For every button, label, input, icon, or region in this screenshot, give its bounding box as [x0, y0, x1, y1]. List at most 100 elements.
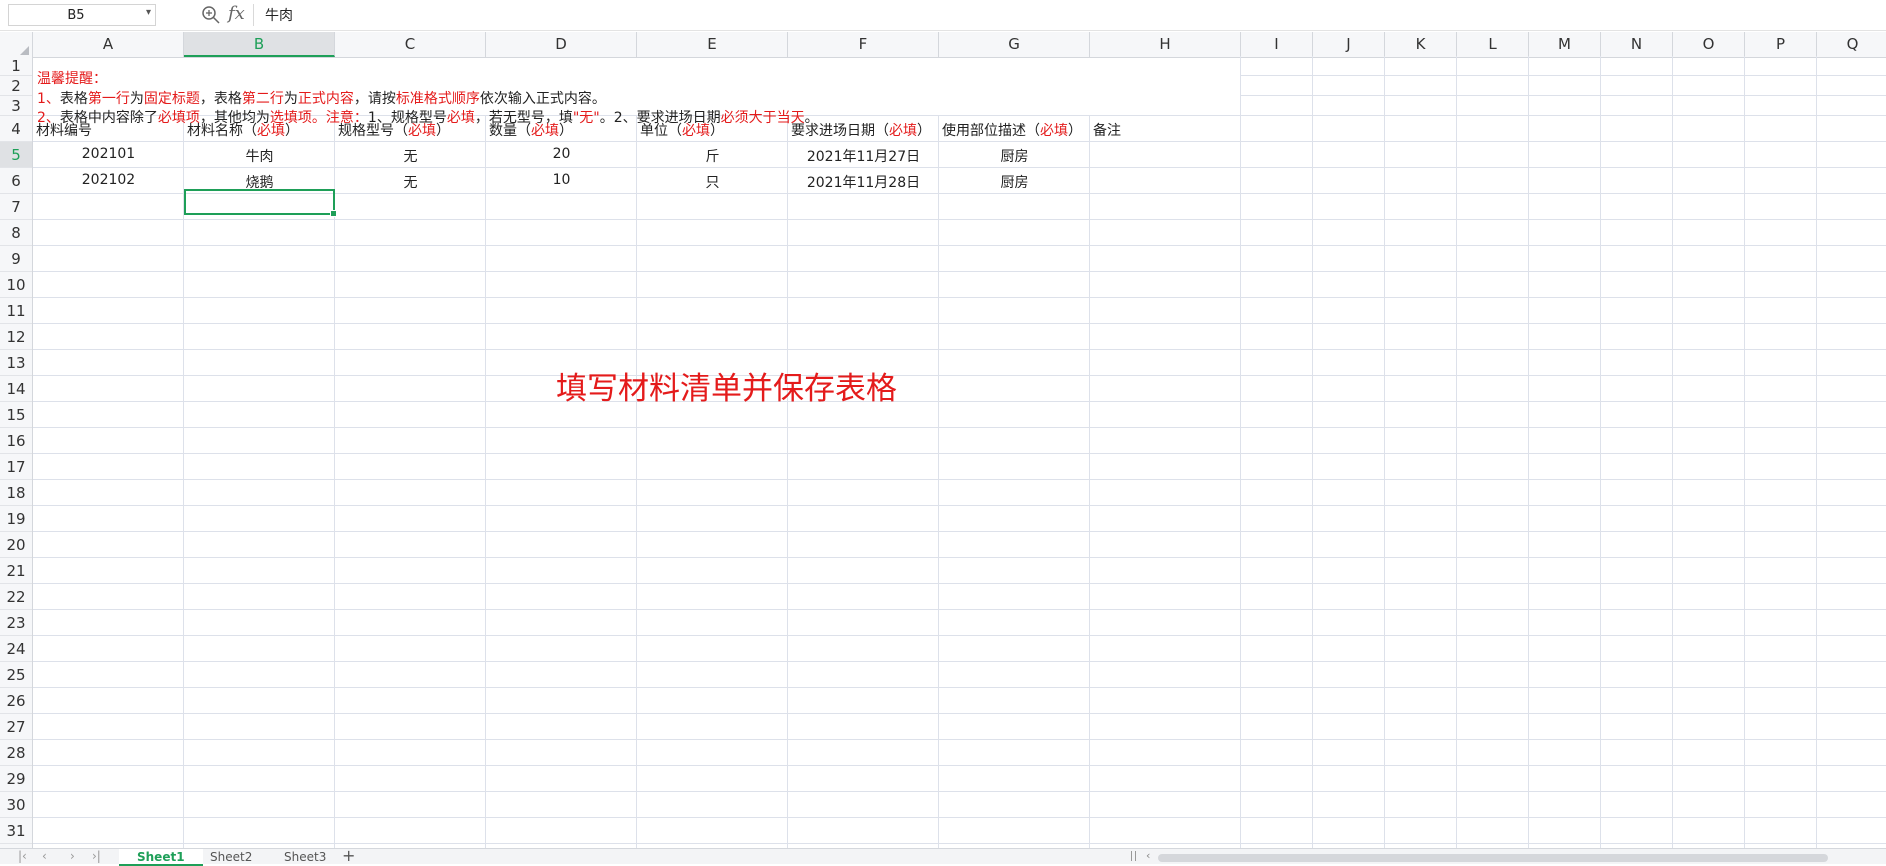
row-header-12[interactable]: 12: [0, 324, 32, 350]
row-header-22[interactable]: 22: [0, 584, 32, 610]
row-header-16[interactable]: 16: [0, 428, 32, 454]
tab-sheet3[interactable]: Sheet3: [284, 849, 326, 864]
data-cell[interactable]: 斤: [637, 146, 788, 166]
row-header-28[interactable]: 28: [0, 740, 32, 766]
select-all-corner[interactable]: [0, 32, 33, 58]
row-header-10[interactable]: 10: [0, 272, 32, 298]
row-header-11[interactable]: 11: [0, 298, 32, 324]
reminder-segment: 依次输入正式内容。: [479, 91, 606, 107]
column-header-i[interactable]: I: [1241, 32, 1313, 57]
row-header-30[interactable]: 30: [0, 792, 32, 818]
data-cell[interactable]: 无: [335, 146, 486, 166]
prev-sheet-icon[interactable]: ‹: [42, 849, 47, 863]
data-cell[interactable]: 牛肉: [184, 146, 335, 166]
row-gridline: [1241, 95, 1886, 96]
column-header-k[interactable]: K: [1385, 32, 1457, 57]
data-cell[interactable]: 202101: [33, 146, 184, 162]
row-header-1[interactable]: 1: [0, 56, 32, 76]
row-header-14[interactable]: 14: [0, 376, 32, 402]
column-header-g[interactable]: G: [939, 32, 1090, 57]
row-gridline: [33, 687, 1886, 688]
row-gridline: [33, 219, 1886, 220]
data-cell[interactable]: 厨房: [939, 146, 1090, 166]
row-header-31[interactable]: 31: [0, 818, 32, 844]
row-header-3[interactable]: 3: [0, 96, 32, 116]
row-header-13[interactable]: 13: [0, 350, 32, 376]
row-header-25[interactable]: 25: [0, 662, 32, 688]
row-gridline: [33, 167, 1886, 168]
column-header-o[interactable]: O: [1673, 32, 1745, 57]
row-header-2[interactable]: 2: [0, 76, 32, 96]
column-header-d[interactable]: D: [486, 32, 637, 57]
last-sheet-icon[interactable]: ›|: [92, 849, 101, 863]
row-header-24[interactable]: 24: [0, 636, 32, 662]
tab-sheet2[interactable]: Sheet2: [210, 849, 252, 864]
row-header-5[interactable]: 5: [0, 142, 32, 168]
column-header-q[interactable]: Q: [1817, 32, 1886, 57]
reminder-title[interactable]: 温馨提醒：: [37, 68, 107, 88]
header-cell-g[interactable]: 使用部位描述（必填）: [942, 120, 1082, 140]
add-sheet-icon[interactable]: +: [342, 846, 355, 865]
data-cell[interactable]: 厨房: [939, 172, 1090, 192]
row-header-21[interactable]: 21: [0, 558, 32, 584]
next-sheet-icon[interactable]: ›: [70, 849, 75, 863]
row-header-8[interactable]: 8: [0, 220, 32, 246]
reminder-segment: 第二行: [241, 91, 284, 107]
formula-value-input[interactable]: 牛肉: [265, 5, 293, 25]
sheet-tab-bar: |‹ ‹ › ›| Sheet1 Sheet2 Sheet3 + ‹: [0, 846, 1886, 866]
row-header-27[interactable]: 27: [0, 714, 32, 740]
column-header-c[interactable]: C: [335, 32, 486, 57]
formula-bar: B5 ▾ fx 牛肉: [0, 0, 1886, 31]
chevron-down-icon[interactable]: ▾: [146, 7, 151, 18]
column-header-p[interactable]: P: [1745, 32, 1817, 57]
row-header-29[interactable]: 29: [0, 766, 32, 792]
column-header-l[interactable]: L: [1457, 32, 1529, 57]
splitter-handle[interactable]: [1131, 851, 1136, 861]
horizontal-scrollbar[interactable]: [1158, 854, 1828, 862]
row-header-18[interactable]: 18: [0, 480, 32, 506]
column-header-b[interactable]: B: [184, 32, 335, 57]
header-cell-h[interactable]: 备注: [1093, 120, 1121, 140]
row-header-4[interactable]: 4: [0, 116, 32, 142]
data-cell[interactable]: 2021年11月28日: [788, 172, 939, 192]
column-header-m[interactable]: M: [1529, 32, 1601, 57]
data-cell[interactable]: 20: [486, 146, 637, 162]
row-header-20[interactable]: 20: [0, 532, 32, 558]
reminder-line-2[interactable]: 2、表格中内容除了必填项，其他均为选填项。注意：1、规格型号必填，若无型号，填"…: [37, 107, 819, 127]
row-header-19[interactable]: 19: [0, 506, 32, 532]
column-header-n[interactable]: N: [1601, 32, 1673, 57]
column-gridline: [636, 116, 637, 848]
row-header-15[interactable]: 15: [0, 402, 32, 428]
column-gridline: [1456, 56, 1457, 848]
tab-sheet1[interactable]: Sheet1: [119, 849, 203, 866]
column-header-a[interactable]: A: [33, 32, 184, 57]
data-cell[interactable]: 202102: [33, 172, 184, 188]
row-gridline: [33, 297, 1886, 298]
data-cell[interactable]: 2021年11月27日: [788, 146, 939, 166]
row-header-9[interactable]: 9: [0, 246, 32, 272]
row-gridline: [33, 661, 1886, 662]
reminder-segment: 必填: [446, 110, 475, 126]
zoom-icon[interactable]: [200, 4, 222, 26]
scroll-left-icon[interactable]: ‹: [1146, 849, 1150, 862]
reminder-segment: 正式内容: [297, 91, 354, 107]
row-header-17[interactable]: 17: [0, 454, 32, 480]
column-header-h[interactable]: H: [1090, 32, 1241, 57]
data-cell[interactable]: 无: [335, 172, 486, 192]
column-header-f[interactable]: F: [788, 32, 939, 57]
row-gridline: [33, 557, 1886, 558]
name-box[interactable]: B5 ▾: [8, 4, 156, 26]
row-header-26[interactable]: 26: [0, 688, 32, 714]
column-header-e[interactable]: E: [637, 32, 788, 57]
data-cell[interactable]: 只: [637, 172, 788, 192]
row-header-6[interactable]: 6: [0, 168, 32, 194]
first-sheet-icon[interactable]: |‹: [18, 849, 27, 863]
column-header-j[interactable]: J: [1313, 32, 1385, 57]
data-cell[interactable]: 10: [486, 172, 637, 188]
fx-icon[interactable]: fx: [228, 3, 245, 24]
reminder-segment: 表格: [59, 91, 88, 107]
reminder-line-1[interactable]: 1、表格第一行为固定标题，表格第二行为正式内容，请按标准格式顺序依次输入正式内容…: [37, 88, 606, 108]
row-header-23[interactable]: 23: [0, 610, 32, 636]
row-header-7[interactable]: 7: [0, 194, 32, 220]
row-gridline: [33, 323, 1886, 324]
